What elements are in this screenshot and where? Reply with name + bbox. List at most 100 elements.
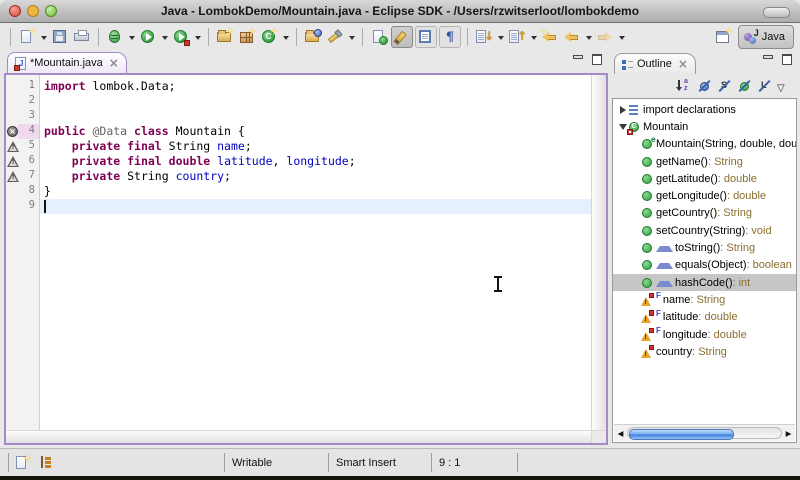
code-line-4[interactable]: public @Data class Mountain { [40, 124, 591, 139]
gutter-line-3[interactable]: 3 [6, 109, 39, 124]
back-icon[interactable] [562, 27, 582, 47]
code-area[interactable]: import lombok.Data; public @Data class Mo… [40, 75, 591, 430]
outline-item-import-declarations[interactable]: import declarations [613, 101, 796, 118]
outline-tab[interactable]: Outline × [614, 53, 696, 74]
code-line-7[interactable]: private String country; [40, 169, 591, 184]
new-java-class-dropdown-icon[interactable] [283, 36, 289, 40]
editor-vertical-scrollbar[interactable] [591, 75, 606, 430]
outline-item-name[interactable]: Fname : String [613, 291, 796, 308]
warning-marker-icon[interactable]: ! [7, 141, 19, 152]
sort-icon[interactable]: az [677, 78, 694, 95]
error-marker-icon[interactable]: × [7, 126, 18, 137]
new-wizard-dropdown-icon[interactable] [41, 36, 47, 40]
outline-item-setcountry-string[interactable]: setCountry(String) : void [613, 222, 796, 239]
outline-item-getlongitude[interactable]: getLongitude() : double [613, 187, 796, 204]
editor-horizontal-scrollbar[interactable] [6, 430, 591, 443]
outline-scroll-track[interactable] [627, 427, 782, 439]
run-dropdown-icon[interactable] [162, 36, 168, 40]
hide-fields-icon[interactable] [697, 78, 714, 95]
toolbar-toggle-capsule[interactable] [763, 7, 790, 18]
debug-dropdown-icon[interactable] [129, 36, 135, 40]
back-dropdown-icon[interactable] [586, 36, 592, 40]
code-line-3[interactable] [40, 109, 591, 124]
hide-static-members-icon[interactable]: S [717, 78, 734, 95]
outline-minimize-icon[interactable] [762, 54, 773, 64]
minimize-window-button[interactable] [27, 5, 39, 17]
editor-gutter[interactable]: 123×4!5!6!789 [6, 75, 40, 430]
run-icon[interactable] [138, 27, 158, 47]
toggle-breadcrumb-icon[interactable] [369, 27, 389, 47]
previous-annotation-dropdown-icon[interactable] [531, 36, 537, 40]
new-java-project-icon[interactable] [215, 27, 235, 47]
open-perspective-icon[interactable] [714, 27, 734, 47]
editor-tab-close-icon[interactable]: × [109, 56, 119, 70]
search-dropdown-icon[interactable] [349, 36, 355, 40]
editor-minimize-icon[interactable] [572, 54, 583, 64]
gutter-line-2[interactable]: 2 [6, 94, 39, 109]
forward-icon[interactable] [595, 27, 615, 47]
editor-tab-mountain-java[interactable]: J *Mountain.java × [7, 52, 127, 73]
code-line-6[interactable]: private final double latitude, longitude… [40, 154, 591, 169]
debug-icon[interactable] [105, 27, 125, 47]
warning-marker-icon[interactable]: ! [7, 156, 19, 167]
zoom-window-button[interactable] [45, 5, 57, 17]
trim-outline-icon[interactable] [38, 454, 56, 472]
code-line-1[interactable]: import lombok.Data; [40, 79, 591, 94]
outline-item-equals-object[interactable]: equals(Object) : boolean [613, 257, 796, 274]
next-annotation-dropdown-icon[interactable] [498, 36, 504, 40]
code-line-8[interactable]: } [40, 184, 591, 199]
java-perspective-button[interactable]: J Java [738, 25, 794, 49]
gutter-line-8[interactable]: 8 [6, 184, 39, 199]
close-window-button[interactable] [9, 5, 21, 17]
outline-item-mountain-string-double-double[interactable]: cMountain(String, double, double) [613, 136, 796, 153]
scroll-left-icon[interactable]: ◀ [614, 429, 627, 438]
gutter-line-6[interactable]: !6 [6, 154, 39, 169]
open-type-icon[interactable] [303, 27, 323, 47]
outline-item-longitude[interactable]: Flongitude : double [613, 326, 796, 343]
code-line-2[interactable] [40, 94, 591, 109]
run-external-tools-dropdown-icon[interactable] [195, 36, 201, 40]
save-icon[interactable] [50, 27, 70, 47]
forward-dropdown-icon[interactable] [619, 36, 625, 40]
code-line-5[interactable]: private final String name; [40, 139, 591, 154]
outline-item-hashcode[interactable]: hashCode() : int [613, 274, 796, 291]
outline-tab-close-icon[interactable]: × [678, 57, 688, 71]
outline-scroll-thumb[interactable] [629, 429, 734, 441]
gutter-line-9[interactable]: 9 [6, 199, 39, 214]
outline-item-latitude[interactable]: Flatitude : double [613, 309, 796, 326]
new-java-package-icon[interactable] [237, 27, 257, 47]
editor-maximize-icon[interactable] [591, 54, 602, 64]
outline-maximize-icon[interactable] [781, 54, 792, 64]
gutter-line-7[interactable]: !7 [6, 169, 39, 184]
view-menu-icon[interactable]: ▽ [777, 78, 794, 95]
print-icon[interactable] [72, 27, 92, 47]
outline-item-getlatitude[interactable]: getLatitude() : double [613, 170, 796, 187]
new-java-class-icon[interactable]: C [259, 27, 279, 47]
scroll-right-icon[interactable]: ▶ [782, 429, 795, 438]
toggle-mark-occurrences-icon[interactable] [391, 26, 413, 48]
gutter-line-1[interactable]: 1 [6, 79, 39, 94]
next-annotation-icon[interactable]: ↓ [474, 27, 494, 47]
hide-local-types-icon[interactable]: L [757, 78, 774, 95]
new-wizard-icon[interactable] [17, 27, 37, 47]
hide-non-public-members-icon[interactable] [737, 78, 754, 95]
outline-horizontal-scrollbar[interactable]: ◀ ▶ [614, 424, 795, 441]
run-external-tools-icon[interactable] [171, 27, 191, 47]
code-line-9[interactable] [40, 199, 591, 214]
outline-item-country[interactable]: country : String [613, 343, 796, 360]
warning-marker-icon[interactable]: ! [7, 171, 19, 182]
gutter-line-4[interactable]: ×4 [6, 124, 39, 139]
outline-item-mountain[interactable]: CMountain [613, 118, 796, 135]
collapsed-expander-icon[interactable] [618, 106, 628, 114]
previous-annotation-icon[interactable]: ↑ [507, 27, 527, 47]
search-icon[interactable] [325, 27, 345, 47]
outline-item-getname[interactable]: getName() : String [613, 153, 796, 170]
last-edit-location-icon[interactable] [540, 27, 560, 47]
gutter-line-5[interactable]: !5 [6, 139, 39, 154]
outline-item-getcountry[interactable]: getCountry() : String [613, 205, 796, 222]
show-whitespace-characters-icon[interactable]: ¶ [439, 26, 461, 48]
show-source-of-selected-element-icon[interactable] [415, 26, 437, 48]
trim-editor-icon[interactable] [14, 454, 32, 472]
titlebar[interactable]: Java - LombokDemo/Mountain.java - Eclips… [0, 0, 800, 23]
outline-item-tostring[interactable]: toString() : String [613, 239, 796, 256]
